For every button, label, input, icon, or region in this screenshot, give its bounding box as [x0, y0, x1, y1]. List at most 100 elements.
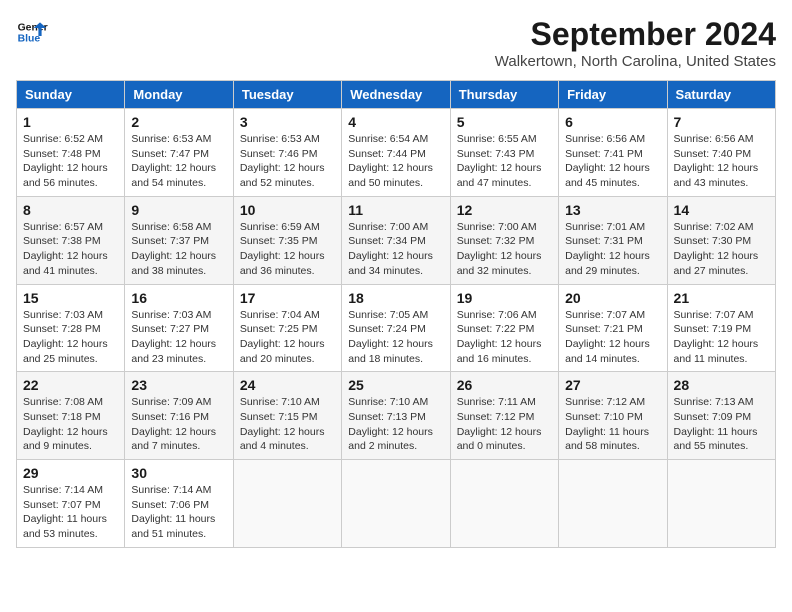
calendar-cell	[450, 460, 558, 548]
day-detail: Sunrise: 7:07 AM Sunset: 7:21 PM Dayligh…	[565, 308, 660, 367]
calendar-cell	[667, 460, 775, 548]
day-number: 28	[674, 377, 769, 393]
day-number: 3	[240, 114, 335, 130]
day-detail: Sunrise: 6:52 AM Sunset: 7:48 PM Dayligh…	[23, 132, 118, 191]
day-detail: Sunrise: 6:53 AM Sunset: 7:47 PM Dayligh…	[131, 132, 226, 191]
day-detail: Sunrise: 7:05 AM Sunset: 7:24 PM Dayligh…	[348, 308, 443, 367]
day-number: 18	[348, 290, 443, 306]
day-detail: Sunrise: 7:03 AM Sunset: 7:27 PM Dayligh…	[131, 308, 226, 367]
title-area: September 2024 Walkertown, North Carolin…	[495, 16, 776, 70]
weekday-header-friday: Friday	[559, 81, 667, 109]
day-detail: Sunrise: 7:03 AM Sunset: 7:28 PM Dayligh…	[23, 308, 118, 367]
calendar-cell: 3 Sunrise: 6:53 AM Sunset: 7:46 PM Daylig…	[233, 109, 341, 197]
day-number: 30	[131, 465, 226, 481]
day-number: 9	[131, 202, 226, 218]
day-detail: Sunrise: 6:59 AM Sunset: 7:35 PM Dayligh…	[240, 220, 335, 279]
day-detail: Sunrise: 7:13 AM Sunset: 7:09 PM Dayligh…	[674, 395, 769, 454]
day-detail: Sunrise: 6:57 AM Sunset: 7:38 PM Dayligh…	[23, 220, 118, 279]
day-number: 14	[674, 202, 769, 218]
calendar-cell: 29 Sunrise: 7:14 AM Sunset: 7:07 PM Dayli…	[17, 460, 125, 548]
calendar-cell: 9 Sunrise: 6:58 AM Sunset: 7:37 PM Daylig…	[125, 196, 233, 284]
day-detail: Sunrise: 7:00 AM Sunset: 7:32 PM Dayligh…	[457, 220, 552, 279]
calendar-cell: 25Sunrise: 7:10 AM Sunset: 7:13 PM Dayli…	[342, 372, 450, 460]
day-number: 11	[348, 202, 443, 218]
calendar-cell: 20 Sunrise: 7:07 AM Sunset: 7:21 PM Dayli…	[559, 284, 667, 372]
weekday-header-row: SundayMondayTuesdayWednesdayThursdayFrid…	[17, 81, 776, 109]
day-number: 10	[240, 202, 335, 218]
day-detail: Sunrise: 7:11 AM Sunset: 7:12 PM Dayligh…	[457, 395, 552, 454]
day-detail: Sunrise: 7:06 AM Sunset: 7:22 PM Dayligh…	[457, 308, 552, 367]
weekday-header-wednesday: Wednesday	[342, 81, 450, 109]
day-detail: Sunrise: 6:53 AM Sunset: 7:46 PM Dayligh…	[240, 132, 335, 191]
day-number: 15	[23, 290, 118, 306]
calendar-cell: 15 Sunrise: 7:03 AM Sunset: 7:28 PM Dayli…	[17, 284, 125, 372]
calendar-cell: 21 Sunrise: 7:07 AM Sunset: 7:19 PM Dayli…	[667, 284, 775, 372]
day-number: 6	[565, 114, 660, 130]
calendar-cell: 17Sunrise: 7:04 AM Sunset: 7:25 PM Dayli…	[233, 284, 341, 372]
calendar-cell	[233, 460, 341, 548]
calendar-week-4: 22 Sunrise: 7:08 AM Sunset: 7:18 PM Dayli…	[17, 372, 776, 460]
day-number: 24	[240, 377, 335, 393]
day-number: 12	[457, 202, 552, 218]
day-number: 17	[240, 290, 335, 306]
calendar-cell: 12 Sunrise: 7:00 AM Sunset: 7:32 PM Dayli…	[450, 196, 558, 284]
day-detail: Sunrise: 7:09 AM Sunset: 7:16 PM Dayligh…	[131, 395, 226, 454]
day-detail: Sunrise: 7:02 AM Sunset: 7:30 PM Dayligh…	[674, 220, 769, 279]
calendar-cell: 4 Sunrise: 6:54 AM Sunset: 7:44 PM Daylig…	[342, 109, 450, 197]
day-detail: Sunrise: 7:00 AM Sunset: 7:34 PM Dayligh…	[348, 220, 443, 279]
day-number: 8	[23, 202, 118, 218]
weekday-header-monday: Monday	[125, 81, 233, 109]
logo-icon: General Blue	[16, 16, 48, 48]
day-detail: Sunrise: 7:08 AM Sunset: 7:18 PM Dayligh…	[23, 395, 118, 454]
day-detail: Sunrise: 6:56 AM Sunset: 7:41 PM Dayligh…	[565, 132, 660, 191]
calendar: SundayMondayTuesdayWednesdayThursdayFrid…	[16, 80, 776, 548]
calendar-cell: 8 Sunrise: 6:57 AM Sunset: 7:38 PM Daylig…	[17, 196, 125, 284]
calendar-cell: 27 Sunrise: 7:12 AM Sunset: 7:10 PM Dayli…	[559, 372, 667, 460]
day-number: 27	[565, 377, 660, 393]
weekday-header-saturday: Saturday	[667, 81, 775, 109]
day-number: 25	[348, 377, 443, 393]
day-number: 16	[131, 290, 226, 306]
day-detail: Sunrise: 6:54 AM Sunset: 7:44 PM Dayligh…	[348, 132, 443, 191]
calendar-cell: 2 Sunrise: 6:53 AM Sunset: 7:47 PM Daylig…	[125, 109, 233, 197]
location-title: Walkertown, North Carolina, United State…	[495, 53, 776, 70]
day-detail: Sunrise: 7:12 AM Sunset: 7:10 PM Dayligh…	[565, 395, 660, 454]
day-number: 2	[131, 114, 226, 130]
calendar-cell: 16 Sunrise: 7:03 AM Sunset: 7:27 PM Dayli…	[125, 284, 233, 372]
calendar-week-3: 15 Sunrise: 7:03 AM Sunset: 7:28 PM Dayli…	[17, 284, 776, 372]
day-number: 5	[457, 114, 552, 130]
day-detail: Sunrise: 7:07 AM Sunset: 7:19 PM Dayligh…	[674, 308, 769, 367]
day-detail: Sunrise: 6:56 AM Sunset: 7:40 PM Dayligh…	[674, 132, 769, 191]
calendar-cell: 23 Sunrise: 7:09 AM Sunset: 7:16 PM Dayli…	[125, 372, 233, 460]
calendar-cell: 24 Sunrise: 7:10 AM Sunset: 7:15 PM Dayli…	[233, 372, 341, 460]
weekday-header-tuesday: Tuesday	[233, 81, 341, 109]
day-number: 1	[23, 114, 118, 130]
calendar-cell: 13Sunrise: 7:01 AM Sunset: 7:31 PM Dayli…	[559, 196, 667, 284]
day-number: 21	[674, 290, 769, 306]
calendar-cell: 5 Sunrise: 6:55 AM Sunset: 7:43 PM Daylig…	[450, 109, 558, 197]
day-detail: Sunrise: 7:10 AM Sunset: 7:15 PM Dayligh…	[240, 395, 335, 454]
day-number: 29	[23, 465, 118, 481]
calendar-cell: 1 Sunrise: 6:52 AM Sunset: 7:48 PM Daylig…	[17, 109, 125, 197]
day-number: 22	[23, 377, 118, 393]
day-detail: Sunrise: 6:58 AM Sunset: 7:37 PM Dayligh…	[131, 220, 226, 279]
calendar-week-2: 8 Sunrise: 6:57 AM Sunset: 7:38 PM Daylig…	[17, 196, 776, 284]
calendar-cell: 19Sunrise: 7:06 AM Sunset: 7:22 PM Dayli…	[450, 284, 558, 372]
calendar-cell: 11 Sunrise: 7:00 AM Sunset: 7:34 PM Dayli…	[342, 196, 450, 284]
day-number: 23	[131, 377, 226, 393]
calendar-cell: 7 Sunrise: 6:56 AM Sunset: 7:40 PM Daylig…	[667, 109, 775, 197]
day-detail: Sunrise: 7:14 AM Sunset: 7:06 PM Dayligh…	[131, 483, 226, 542]
calendar-cell	[342, 460, 450, 548]
day-number: 20	[565, 290, 660, 306]
month-title: September 2024	[495, 16, 776, 53]
day-detail: Sunrise: 6:55 AM Sunset: 7:43 PM Dayligh…	[457, 132, 552, 191]
calendar-cell: 22 Sunrise: 7:08 AM Sunset: 7:18 PM Dayli…	[17, 372, 125, 460]
calendar-cell: 30 Sunrise: 7:14 AM Sunset: 7:06 PM Dayli…	[125, 460, 233, 548]
day-detail: Sunrise: 7:01 AM Sunset: 7:31 PM Dayligh…	[565, 220, 660, 279]
calendar-cell: 14 Sunrise: 7:02 AM Sunset: 7:30 PM Dayli…	[667, 196, 775, 284]
day-number: 7	[674, 114, 769, 130]
calendar-cell: 18 Sunrise: 7:05 AM Sunset: 7:24 PM Dayli…	[342, 284, 450, 372]
day-number: 4	[348, 114, 443, 130]
day-detail: Sunrise: 7:14 AM Sunset: 7:07 PM Dayligh…	[23, 483, 118, 542]
weekday-header-thursday: Thursday	[450, 81, 558, 109]
